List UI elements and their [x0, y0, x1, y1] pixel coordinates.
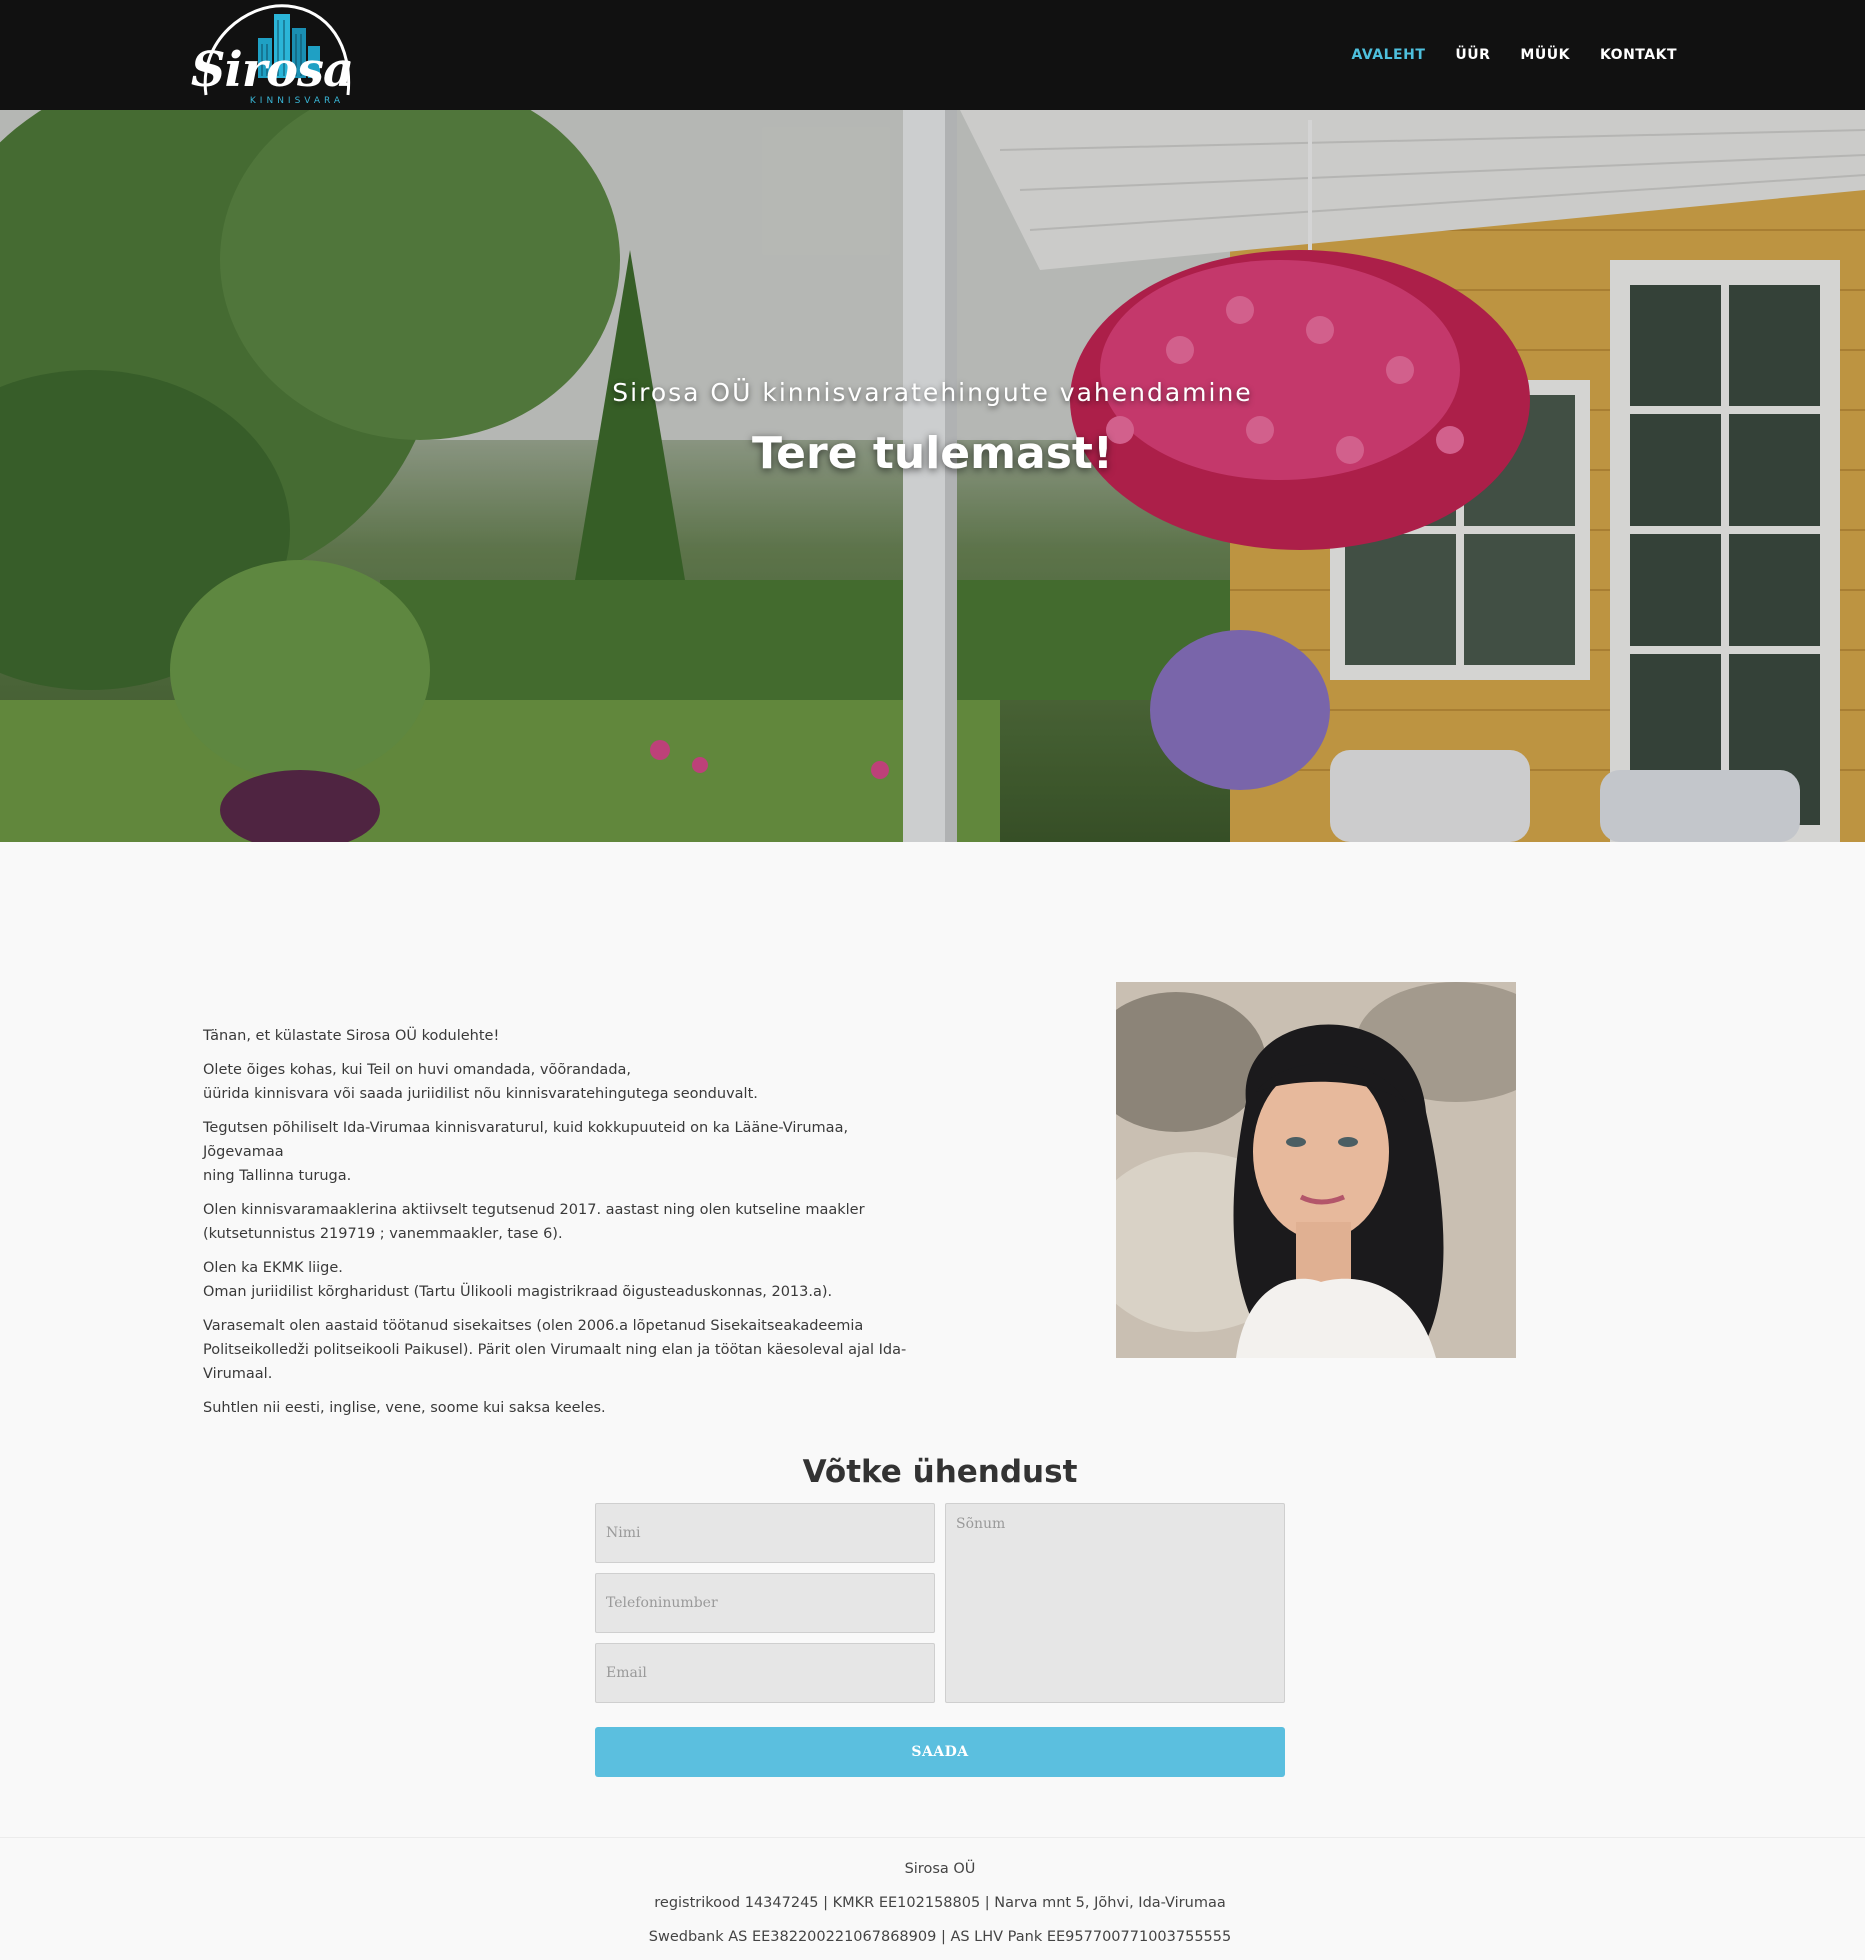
about-line: ning Tallinna turuga. [203, 1168, 352, 1184]
hero-subtitle: Sirosa OÜ kinnisvaratehingute vahendamin… [612, 378, 1253, 407]
site-logo[interactable]: Sirosa KINNISVARA [188, 0, 356, 108]
about-text: Tänan, et külastate Sirosa OÜ kodulehte!… [203, 1024, 933, 1430]
about-line: Olen kinnisvaramaaklerina aktiivselt teg… [203, 1202, 865, 1218]
nav-item-kontakt[interactable]: KONTAKT [1600, 47, 1677, 63]
about-line: Oman juriidilist kõrgharidust (Tartu Üli… [203, 1284, 833, 1300]
phone-field[interactable] [595, 1573, 935, 1633]
about-line: Tänan, et külastate Sirosa OÜ kodulehte! [203, 1028, 500, 1044]
about-paragraph-6: Varasemalt olen aastaid töötanud sisekai… [203, 1314, 933, 1386]
about-paragraph-2: Olete õiges kohas, kui Teil on huvi oman… [203, 1058, 933, 1106]
about-paragraph-3: Tegutsen põhiliselt Ida-Virumaa kinnisva… [203, 1116, 933, 1188]
about-paragraph-4: Olen kinnisvaramaaklerina aktiivselt teg… [203, 1198, 933, 1246]
about-line: Varasemalt olen aastaid töötanud sisekai… [203, 1318, 864, 1334]
submit-button[interactable]: SAADA [595, 1727, 1285, 1777]
about-line: (kutsetunnistus 219719 ; vanemmaakler, t… [203, 1226, 563, 1242]
message-field[interactable] [945, 1503, 1285, 1703]
footer-company: Sirosa OÜ [904, 1861, 976, 1877]
footer-registry: registrikood 14347245 | KMKR EE102158805… [654, 1895, 1226, 1911]
about-line: Suhtlen nii eesti, inglise, vene, soome … [203, 1400, 606, 1416]
nav-item-avaleht[interactable]: AVALEHT [1352, 47, 1426, 63]
contact-title: Võtke ühendust [802, 1454, 1078, 1490]
about-paragraph-1: Tänan, et külastate Sirosa OÜ kodulehte! [203, 1024, 933, 1048]
about-line: Olen ka EKMK liige. [203, 1260, 343, 1276]
about-paragraph-7: Suhtlen nii eesti, inglise, vene, soome … [203, 1396, 933, 1420]
logo-wordmark: Sirosa [190, 42, 354, 98]
nav-item-muuk[interactable]: MÜÜK [1520, 47, 1570, 63]
footer-banks: Swedbank AS EE382200221067868909 | AS LH… [648, 1929, 1232, 1945]
nav-item-uur[interactable]: ÜÜR [1455, 47, 1490, 63]
logo-tagline: KINNISVARA [249, 96, 345, 106]
email-field[interactable] [595, 1643, 935, 1703]
about-line: Politseikolledži politseikooli Paikusel)… [203, 1342, 907, 1358]
footer-divider [0, 1837, 1865, 1838]
about-line: Olete õiges kohas, kui Teil on huvi oman… [203, 1062, 632, 1078]
hero-title: Tere tulemast! [752, 428, 1113, 479]
about-line: üürida kinnisvara või saada juriidilist … [203, 1086, 758, 1102]
about-line: Virumaal. [203, 1366, 273, 1382]
hero-section: Sirosa OÜ kinnisvaratehingute vahendamin… [0, 110, 1865, 842]
portrait-photo [1116, 982, 1516, 1358]
broker-portrait [1116, 982, 1516, 1358]
main-nav: AVALEHT ÜÜR MÜÜK KONTAKT [1352, 44, 1677, 66]
name-field[interactable] [595, 1503, 935, 1563]
about-paragraph-5: Olen ka EKMK liige. Oman juriidilist kõr… [203, 1256, 933, 1304]
about-line: Tegutsen põhiliselt Ida-Virumaa kinnisva… [203, 1120, 849, 1160]
site-header: Sirosa KINNISVARA AVALEHT ÜÜR MÜÜK KONTA… [0, 0, 1865, 110]
